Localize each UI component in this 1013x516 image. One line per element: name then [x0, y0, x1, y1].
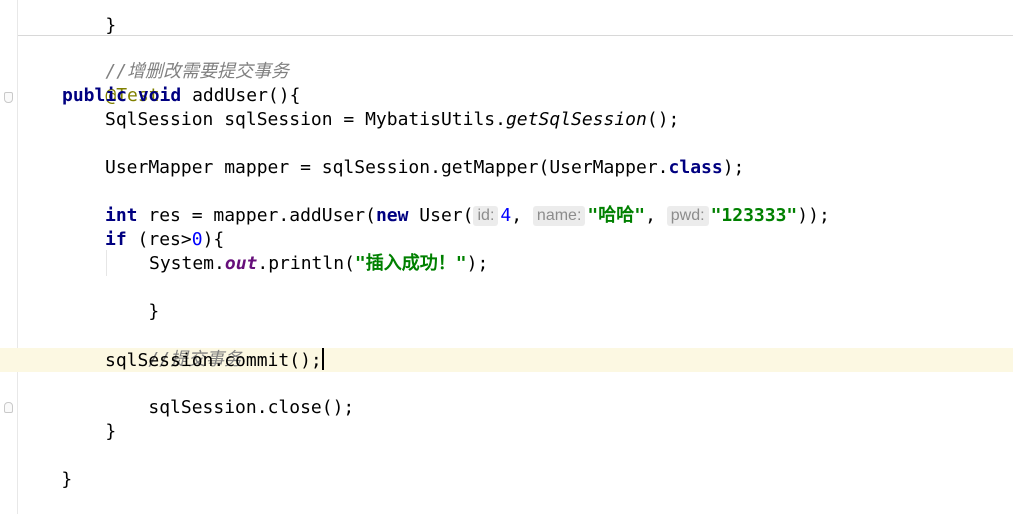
code-line: SqlSession sqlSession = MybatisUtils.get…	[105, 108, 679, 132]
string-literal: "123333"	[710, 205, 798, 226]
code-text: System.	[149, 253, 225, 274]
code-line: }	[105, 276, 159, 322]
param-hint-pwd: pwd:	[666, 206, 709, 226]
indent-guide-if	[106, 250, 107, 276]
text-cursor	[321, 348, 324, 370]
code-line: }	[62, 0, 116, 36]
code-text: sqlSession.commit();	[105, 350, 322, 371]
keyword: public	[62, 85, 128, 106]
code-line: }	[18, 444, 72, 490]
keyword: if	[105, 229, 127, 250]
fold-method-icon[interactable]	[4, 92, 13, 103]
code-text: User(	[408, 205, 474, 226]
method-name: addUser(){	[192, 85, 301, 106]
keyword: void	[137, 85, 182, 106]
brace: }	[105, 421, 117, 442]
code-text: ));	[797, 205, 830, 226]
code-line: System.out.println("插入成功！");	[149, 252, 488, 276]
string-literal: "哈哈"	[587, 205, 646, 226]
keyword: int	[105, 205, 138, 226]
code-line: }	[62, 396, 116, 442]
param-hint-id: id:	[473, 206, 499, 226]
param-hint-name: name:	[532, 206, 586, 226]
brace: }	[105, 15, 117, 36]
static-call: getSqlSession	[505, 109, 647, 130]
code-text: ){	[202, 229, 225, 250]
code-line: //增删改需要提交事务	[62, 36, 289, 82]
number-literal: 0	[191, 229, 203, 250]
code-line: @Test	[62, 60, 159, 106]
code-text: );	[466, 253, 489, 274]
code-text: (res>	[126, 229, 192, 250]
code-line: public void addUser(){	[62, 84, 300, 108]
code-text: UserMapper mapper = sqlSession.getMapper…	[105, 157, 669, 178]
code-line: //提交事务	[105, 324, 242, 370]
code-text: );	[722, 157, 745, 178]
static-field: out	[224, 253, 258, 274]
string-literal: "插入成功！"	[354, 253, 467, 274]
code-text: sqlSession.close();	[148, 397, 355, 418]
code-text: SqlSession sqlSession = MybatisUtils.	[105, 109, 506, 130]
code-line: sqlSession.close();	[105, 372, 354, 418]
code-text: res = mapper.addUser(	[137, 205, 376, 226]
keyword: new	[375, 205, 409, 226]
code-text: .println(	[257, 253, 355, 274]
code-line: UserMapper mapper = sqlSession.getMapper…	[105, 156, 744, 180]
keyword: class	[668, 157, 723, 178]
code-text: ();	[646, 109, 680, 130]
code-line: if (res>0){	[105, 228, 224, 252]
code-line-current[interactable]: sqlSession.commit();	[105, 348, 324, 372]
code-line: int res = mapper.addUser(new User(id: 4, …	[105, 205, 830, 226]
fold-method-end-icon[interactable]	[4, 402, 13, 413]
editor-gutter-border	[17, 0, 18, 514]
brace: }	[61, 469, 73, 490]
number-literal: 4	[500, 205, 512, 226]
brace: }	[148, 301, 160, 322]
